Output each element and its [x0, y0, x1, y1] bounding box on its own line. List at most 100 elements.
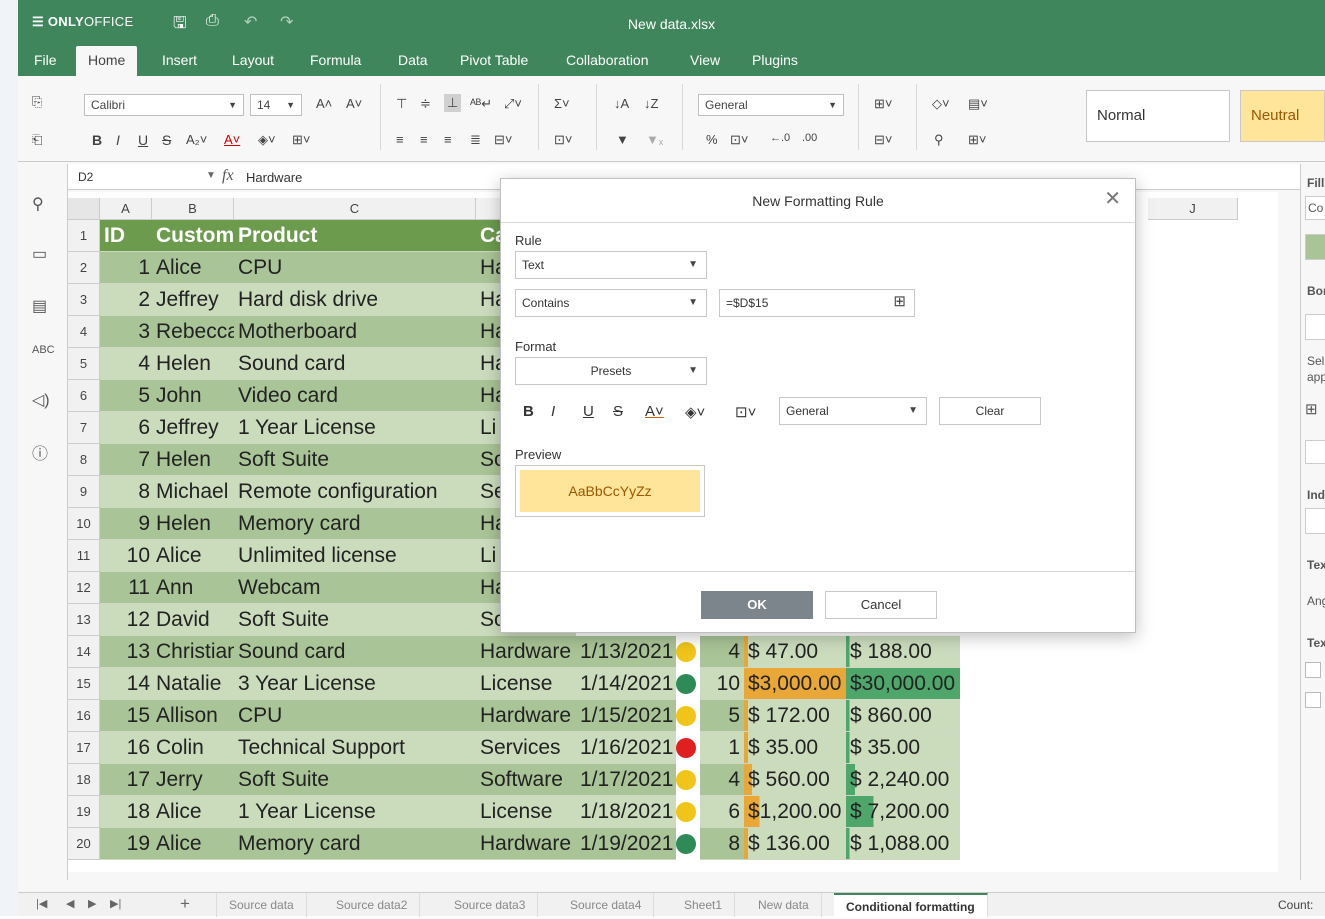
header-customer[interactable]: Customer	[152, 220, 234, 252]
cancel-button[interactable]: Cancel	[825, 591, 937, 619]
cell-cust[interactable]: Allison	[152, 700, 234, 732]
cell-prod[interactable]: Unlimited license	[234, 540, 476, 572]
column-header[interactable]: B	[152, 198, 234, 220]
subscript-icon[interactable]: A₂˅	[186, 132, 207, 147]
cell-prod[interactable]: Hard disk drive	[234, 284, 476, 316]
row-header[interactable]: 3	[68, 284, 100, 316]
currency-icon[interactable]: ⊡˅	[730, 132, 748, 148]
align-top-icon[interactable]: ⊤	[396, 96, 407, 112]
row-header[interactable]: 10	[68, 508, 100, 540]
cell-qty[interactable]: 6	[700, 796, 744, 828]
number-format-select[interactable]: General ▼	[698, 94, 844, 116]
conditional-format-icon[interactable]: ▤˅	[968, 96, 988, 112]
cell-price[interactable]: $3,000.00	[744, 668, 846, 700]
justify-icon[interactable]: ≣	[470, 132, 481, 148]
border-none-icon[interactable]	[1305, 440, 1325, 464]
fill-color-icon[interactable]: ◈˅	[258, 132, 276, 148]
cell-id[interactable]: 6	[100, 412, 152, 444]
number-format-select[interactable]: General ▼	[779, 397, 927, 425]
row-header[interactable]: 1	[68, 220, 100, 252]
border-style-select[interactable]	[1305, 314, 1325, 340]
cell-cust[interactable]: Helen	[152, 508, 234, 540]
merge-icon[interactable]: ⊟˅	[494, 132, 512, 148]
row-header[interactable]: 18	[68, 764, 100, 796]
cell-prod[interactable]: Soft Suite	[234, 604, 476, 636]
format-table-icon[interactable]: ⊞˅	[968, 132, 986, 148]
row-header[interactable]: 9	[68, 476, 100, 508]
cell-price[interactable]: $ 172.00	[744, 700, 846, 732]
tab-formula[interactable]: Formula	[298, 46, 373, 76]
percent-icon[interactable]: %	[706, 132, 718, 147]
cell-date[interactable]: 1/19/2021	[576, 828, 676, 860]
copy-icon[interactable]: ⎘	[32, 94, 42, 110]
row-header[interactable]: 6	[68, 380, 100, 412]
formula-input[interactable]: Hardware	[246, 170, 302, 185]
cell-price[interactable]: $1,200.00	[744, 796, 846, 828]
column-header[interactable]: J	[1148, 198, 1238, 220]
cell-id[interactable]: 19	[100, 828, 152, 860]
underline-icon[interactable]: U	[583, 403, 594, 420]
cell-id[interactable]: 10	[100, 540, 152, 572]
border-all-icon[interactable]: ⊞	[1305, 400, 1318, 418]
row-header[interactable]: 4	[68, 316, 100, 348]
cell-total[interactable]: $30,000.00	[846, 668, 960, 700]
sheet-tab[interactable]: Source data4	[558, 893, 655, 917]
row-header[interactable]: 15	[68, 668, 100, 700]
row-header[interactable]: 5	[68, 348, 100, 380]
tab-pivot-table[interactable]: Pivot Table	[448, 46, 540, 76]
prev-sheet-icon[interactable]: ◀	[66, 897, 74, 910]
last-sheet-icon[interactable]: ▶|	[110, 897, 121, 910]
cell-prod[interactable]: CPU	[234, 252, 476, 284]
align-center-icon[interactable]: ≡	[420, 132, 428, 147]
cell-qty[interactable]: 10	[700, 668, 744, 700]
font-color-icon[interactable]: A˅	[645, 403, 664, 420]
chevron-down-icon[interactable]: ▼	[206, 170, 216, 181]
clear-icon[interactable]: ◇˅	[932, 96, 950, 112]
cell-price[interactable]: $ 560.00	[744, 764, 846, 796]
cell-prod[interactable]: Memory card	[234, 828, 476, 860]
cell-total[interactable]: $ 2,240.00	[846, 764, 960, 796]
cell-total[interactable]: $ 7,200.00	[846, 796, 960, 828]
paste-icon[interactable]: ⎗	[32, 132, 42, 148]
cell-prod[interactable]: 3 Year License	[234, 668, 476, 700]
cell-id[interactable]: 3	[100, 316, 152, 348]
font-name-select[interactable]: Calibri ▼	[84, 94, 244, 116]
cell-cust[interactable]: John	[152, 380, 234, 412]
cell-qty[interactable]: 4	[700, 636, 744, 668]
cell-prod[interactable]: Soft Suite	[234, 764, 476, 796]
bold-icon[interactable]: B	[523, 403, 534, 420]
fill-color-icon[interactable]: ◈˅	[685, 403, 705, 421]
cell-cat[interactable]: License	[476, 796, 576, 828]
sheet-tab[interactable]: Source data	[216, 893, 307, 917]
cell-cust[interactable]: Natalie	[152, 668, 234, 700]
cell-cust[interactable]: Alice	[152, 828, 234, 860]
row-header[interactable]: 11	[68, 540, 100, 572]
wrap-text-icon[interactable]: ᴬᴮ↵	[470, 96, 492, 112]
search-icon[interactable]: ⚲	[32, 194, 44, 214]
clear-filter-icon[interactable]: ▼ₓ	[646, 132, 663, 147]
cell-prod[interactable]: Video card	[234, 380, 476, 412]
bold-icon[interactable]: B	[92, 132, 102, 148]
cell-prod[interactable]: 1 Year License	[234, 412, 476, 444]
header-id[interactable]: ID	[100, 220, 152, 252]
style-normal[interactable]: Normal	[1086, 90, 1230, 142]
cell-date[interactable]: 1/13/2021	[576, 636, 676, 668]
strikethrough-icon[interactable]: S	[613, 403, 623, 420]
orientation-icon[interactable]: ⤢˅	[504, 96, 522, 112]
cell-prod[interactable]: CPU	[234, 700, 476, 732]
cell-id[interactable]: 14	[100, 668, 152, 700]
tab-insert[interactable]: Insert	[150, 46, 209, 76]
italic-icon[interactable]: I	[116, 132, 120, 148]
align-bottom-icon[interactable]: ⊥	[444, 94, 462, 112]
decrease-font-icon[interactable]: A˅	[346, 96, 362, 111]
tab-data[interactable]: Data	[386, 46, 440, 76]
cell-id[interactable]: 2	[100, 284, 152, 316]
cell-qty[interactable]: 5	[700, 700, 744, 732]
cell-cust[interactable]: Helen	[152, 348, 234, 380]
cell-cat[interactable]: Hardware	[476, 636, 576, 668]
align-right-icon[interactable]: ≡	[444, 132, 452, 147]
about-icon[interactable]: ⓘ	[32, 440, 48, 464]
cell-qty[interactable]: 4	[700, 764, 744, 796]
cell-prod[interactable]: Sound card	[234, 348, 476, 380]
fill-type-select[interactable]: Co	[1305, 196, 1325, 220]
